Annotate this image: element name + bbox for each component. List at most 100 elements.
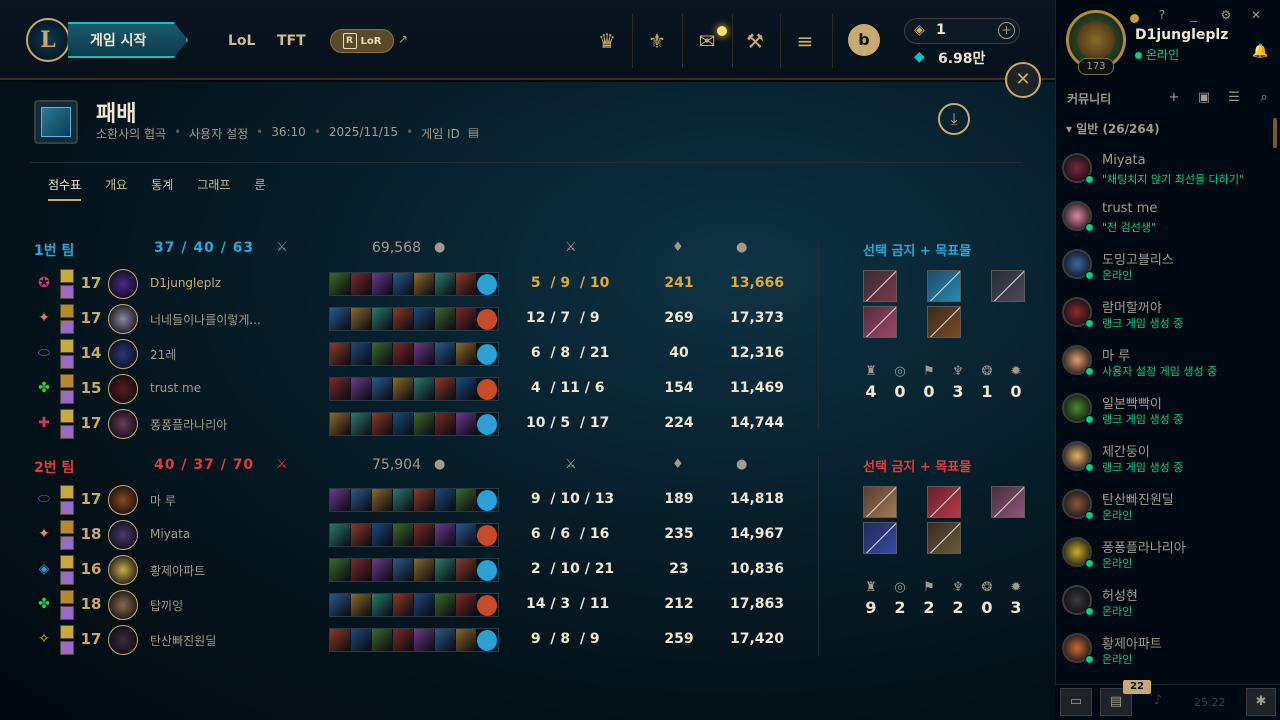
item-icon[interactable] bbox=[372, 594, 393, 616]
player-row[interactable]: ✦ 17 너네들이나를이렇게... 12 / 7 / 9 269 17,373 bbox=[34, 304, 814, 334]
player-name[interactable]: 탑끼잉 bbox=[150, 597, 320, 614]
crafting-hammer-icon[interactable]: ⚒ bbox=[738, 24, 772, 58]
add-friend-icon[interactable]: + bbox=[1164, 90, 1184, 105]
item-icon[interactable] bbox=[393, 629, 414, 651]
friend-group-header[interactable]: ▾ 일반 (26/264) bbox=[1066, 120, 1160, 137]
store-button[interactable]: b bbox=[848, 24, 880, 56]
player-name[interactable]: 탄산빠진원딜 bbox=[150, 632, 320, 649]
item-icon[interactable] bbox=[330, 489, 351, 511]
item-icon[interactable] bbox=[351, 629, 372, 651]
player-row[interactable]: ◈ 16 황제아파트 2 / 10 / 21 23 10,836 bbox=[34, 555, 814, 585]
player-row[interactable]: ⬭ 14 21레 6 / 8 / 21 40 12,316 bbox=[34, 339, 814, 369]
league-logo-icon[interactable]: L bbox=[26, 18, 70, 62]
play-button[interactable]: 게임 시작 bbox=[68, 22, 188, 58]
item-icon[interactable] bbox=[372, 489, 393, 511]
item-icon[interactable] bbox=[393, 378, 414, 400]
player-row[interactable]: ✤ 18 탑끼잉 14 / 3 / 11 212 17,863 bbox=[34, 590, 814, 620]
item-icon[interactable] bbox=[435, 629, 456, 651]
trinket-item-icon[interactable] bbox=[477, 525, 498, 546]
champion-portrait[interactable] bbox=[108, 485, 138, 515]
item-icon[interactable] bbox=[330, 273, 351, 295]
item-icon[interactable] bbox=[456, 273, 477, 295]
item-icon[interactable] bbox=[414, 273, 435, 295]
tab-overview[interactable]: 개요 bbox=[105, 176, 127, 201]
player-name[interactable]: Miyata bbox=[150, 527, 320, 541]
item-icon[interactable] bbox=[330, 343, 351, 365]
item-icon[interactable] bbox=[351, 524, 372, 546]
player-name[interactable]: 21레 bbox=[150, 346, 320, 363]
friend-item[interactable]: 일본빡빡이 랭크 게임 생성 중 bbox=[1060, 393, 1270, 437]
online-status[interactable]: 온라인 bbox=[1135, 46, 1179, 63]
item-icon[interactable] bbox=[351, 413, 372, 435]
item-icon[interactable] bbox=[372, 524, 393, 546]
item-icon[interactable] bbox=[435, 413, 456, 435]
champion-portrait[interactable] bbox=[108, 625, 138, 655]
champion-portrait[interactable] bbox=[108, 409, 138, 439]
champion-portrait[interactable] bbox=[108, 339, 138, 369]
item-icon[interactable] bbox=[351, 378, 372, 400]
friend-item[interactable]: 퐁퐁플라나리아 온라인 bbox=[1060, 537, 1270, 581]
player-name[interactable]: 마 루 bbox=[150, 492, 320, 509]
item-icon[interactable] bbox=[414, 308, 435, 330]
item-icon[interactable] bbox=[372, 629, 393, 651]
player-row[interactable]: ⬭ 17 마 루 9 / 10 / 13 189 14,818 bbox=[34, 485, 814, 515]
friend-item[interactable]: trust me "전 검선생" bbox=[1060, 201, 1270, 245]
item-icon[interactable] bbox=[456, 594, 477, 616]
item-icon[interactable] bbox=[351, 559, 372, 581]
player-row[interactable]: ✧ 17 탄산빠진원딜 9 / 8 / 9 259 17,420 bbox=[34, 625, 814, 655]
friend-item[interactable]: 제간둥이 랭크 게임 생성 중 bbox=[1060, 441, 1270, 485]
buy-rp-button[interactable]: + bbox=[998, 22, 1015, 39]
item-icon[interactable] bbox=[372, 343, 393, 365]
item-icon[interactable] bbox=[456, 524, 477, 546]
item-icon[interactable] bbox=[351, 489, 372, 511]
friend-item[interactable]: Miyata "채팅치지 않기 최선을 다하기" bbox=[1060, 153, 1270, 197]
trinket-item-icon[interactable] bbox=[477, 560, 498, 581]
item-icon[interactable] bbox=[351, 273, 372, 295]
item-icon[interactable] bbox=[351, 308, 372, 330]
close-window-icon[interactable]: ✕ bbox=[1248, 8, 1264, 24]
item-icon[interactable] bbox=[372, 273, 393, 295]
item-icon[interactable] bbox=[435, 308, 456, 330]
tab-scoreboard[interactable]: 점수표 bbox=[48, 176, 82, 201]
item-icon[interactable] bbox=[435, 559, 456, 581]
item-icon[interactable] bbox=[330, 594, 351, 616]
help-icon[interactable]: ? bbox=[1154, 8, 1170, 24]
item-icon[interactable] bbox=[330, 629, 351, 651]
item-icon[interactable] bbox=[372, 308, 393, 330]
friend-item[interactable]: 도밍고블리스 온라인 bbox=[1060, 249, 1270, 293]
trinket-item-icon[interactable] bbox=[477, 344, 498, 365]
add-folder-icon[interactable]: ▣ bbox=[1194, 90, 1214, 105]
item-icon[interactable] bbox=[414, 524, 435, 546]
item-icon[interactable] bbox=[435, 273, 456, 295]
item-icon[interactable] bbox=[330, 413, 351, 435]
item-icon[interactable] bbox=[330, 308, 351, 330]
item-icon[interactable] bbox=[456, 413, 477, 435]
player-row[interactable]: ✦ 18 Miyata 6 / 6 / 16 235 14,967 bbox=[34, 520, 814, 550]
friend-item[interactable]: 람머할꺼야 랭크 게임 생성 중 bbox=[1060, 297, 1270, 341]
item-icon[interactable] bbox=[330, 524, 351, 546]
item-icon[interactable] bbox=[393, 524, 414, 546]
item-icon[interactable] bbox=[414, 629, 435, 651]
trinket-item-icon[interactable] bbox=[477, 490, 498, 511]
item-icon[interactable] bbox=[414, 594, 435, 616]
player-row[interactable]: ✤ 15 trust me 4 / 11 / 6 154 11,469 bbox=[34, 374, 814, 404]
player-name[interactable]: trust me bbox=[150, 381, 320, 395]
item-icon[interactable] bbox=[393, 594, 414, 616]
item-icon[interactable] bbox=[393, 343, 414, 365]
item-icon[interactable] bbox=[393, 413, 414, 435]
friend-item[interactable]: 탄산빠진원딜 온라인 bbox=[1060, 489, 1270, 533]
bug-report-icon[interactable]: ✱ bbox=[1246, 688, 1276, 716]
item-icon[interactable] bbox=[351, 343, 372, 365]
item-icon[interactable] bbox=[456, 343, 477, 365]
tab-graphs[interactable]: 그래프 bbox=[197, 176, 230, 201]
item-icon[interactable] bbox=[372, 559, 393, 581]
champion-portrait[interactable] bbox=[108, 269, 138, 299]
esports-icon[interactable]: ♛ bbox=[590, 24, 624, 58]
player-row[interactable]: ✪ 17 D1jungleplz 5 / 9 / 10 241 13,666 bbox=[34, 269, 814, 299]
nav-lor-button[interactable]: R LoR bbox=[330, 29, 394, 53]
trinket-item-icon[interactable] bbox=[477, 274, 498, 295]
item-icon[interactable] bbox=[456, 559, 477, 581]
ranked-emblem-icon[interactable]: ⚜ bbox=[640, 24, 674, 58]
item-icon[interactable] bbox=[330, 559, 351, 581]
player-name[interactable]: 너네들이나를이렇게... bbox=[150, 311, 320, 328]
